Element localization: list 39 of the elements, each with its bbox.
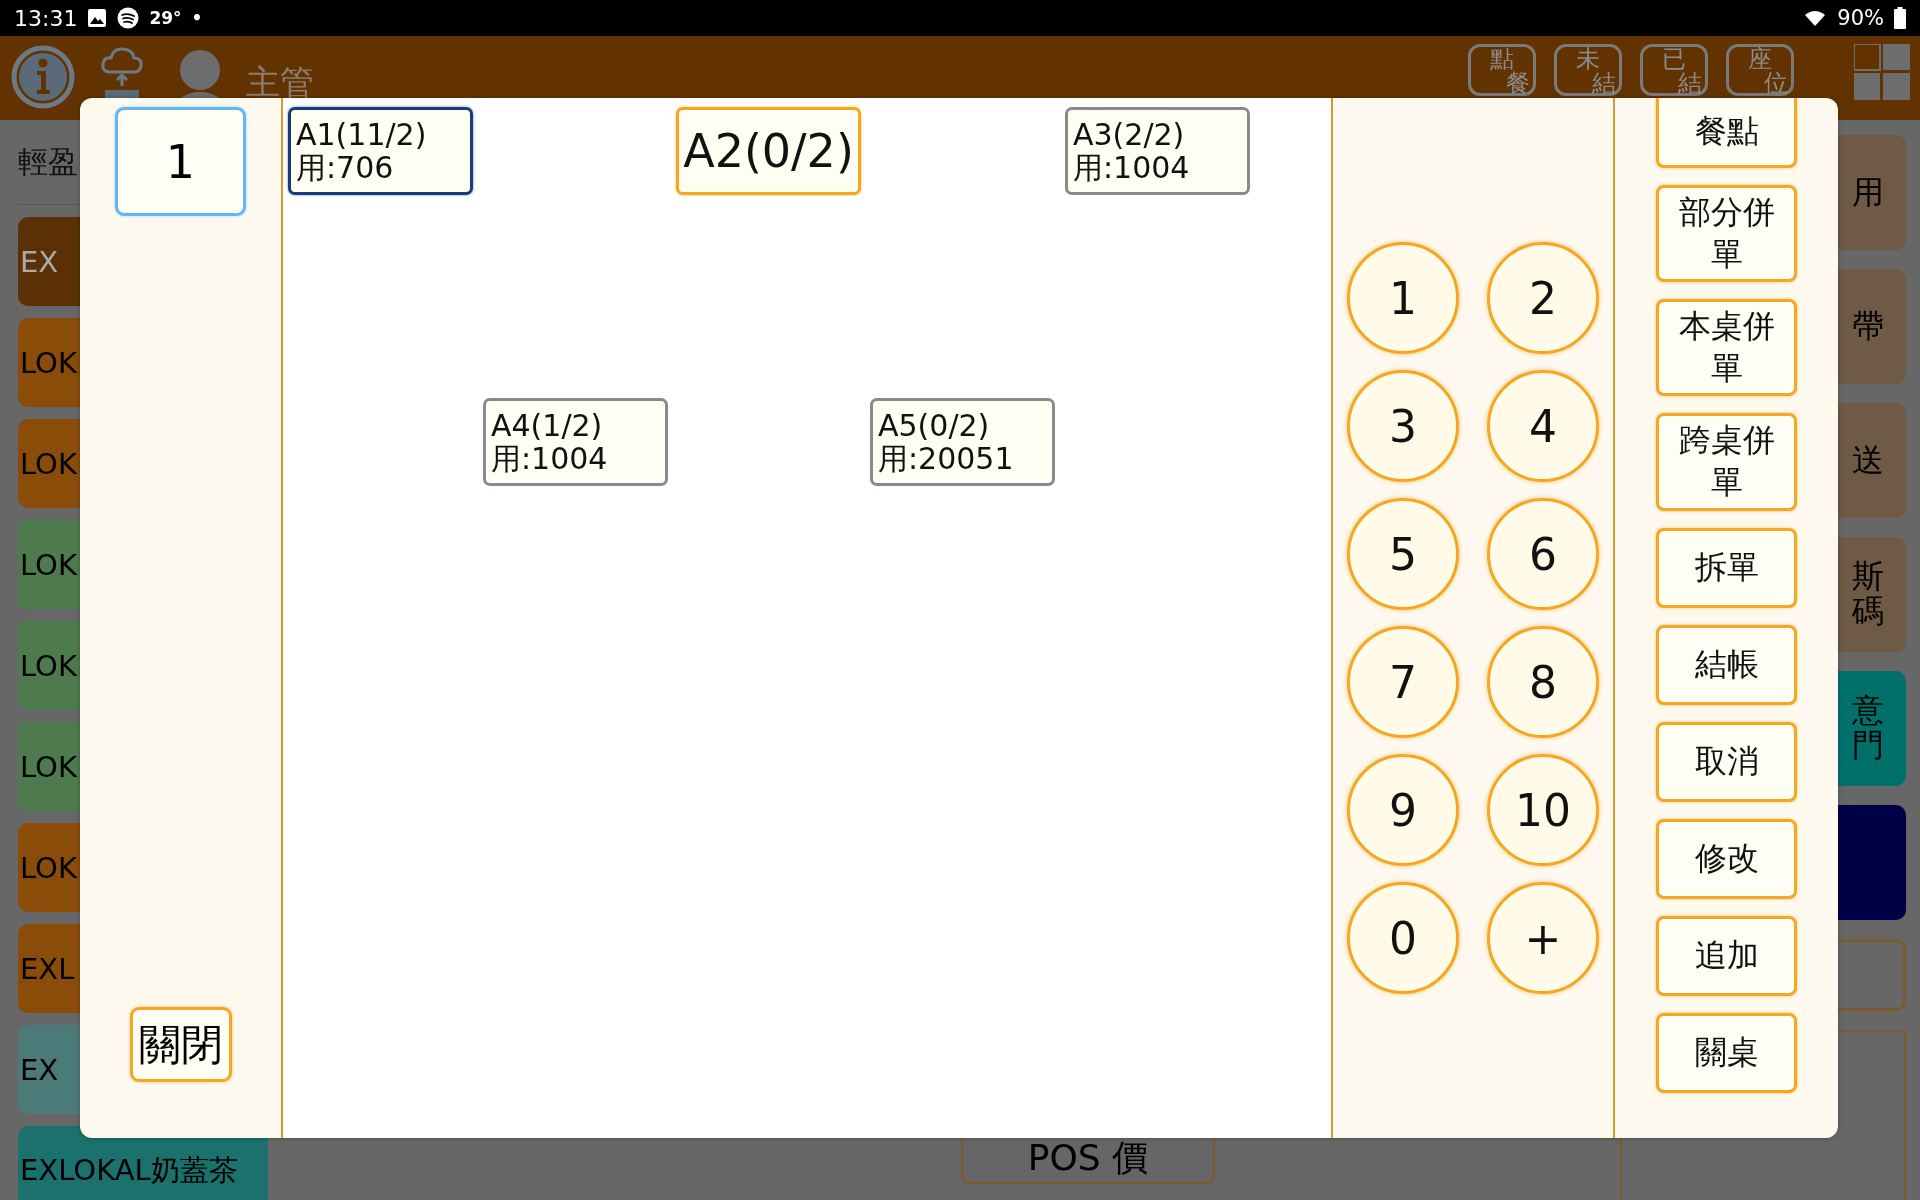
battery-icon bbox=[1894, 7, 1906, 29]
keypad-button[interactable]: 8 bbox=[1487, 626, 1599, 738]
action-button[interactable]: 結帳 bbox=[1656, 624, 1797, 705]
table-button[interactable]: A5(0/2) 用:20051 bbox=[870, 398, 1055, 486]
temperature-text: 29° bbox=[149, 8, 182, 28]
action-button[interactable]: 餐點 bbox=[1656, 98, 1797, 168]
keypad-button[interactable]: 9 bbox=[1347, 754, 1459, 866]
action-button[interactable]: 修改 bbox=[1656, 818, 1797, 899]
keypad-button[interactable]: 10 bbox=[1487, 754, 1599, 866]
image-icon bbox=[87, 8, 108, 28]
wifi-icon bbox=[1803, 8, 1828, 28]
keypad-button[interactable]: 3 bbox=[1347, 370, 1459, 482]
action-button[interactable]: 追加 bbox=[1656, 915, 1797, 996]
clock-time: 13:31 bbox=[14, 5, 78, 31]
keypad-button[interactable]: 2 bbox=[1487, 242, 1599, 354]
action-button[interactable]: 跨桌併單 bbox=[1656, 413, 1797, 511]
table-number-field[interactable]: 1 bbox=[115, 107, 246, 216]
keypad-button[interactable]: 5 bbox=[1347, 498, 1459, 610]
keypad-button[interactable]: + bbox=[1487, 882, 1599, 994]
keypad-button[interactable]: 7 bbox=[1347, 626, 1459, 738]
notification-dot: • bbox=[191, 8, 203, 28]
keypad-button[interactable]: 6 bbox=[1487, 498, 1599, 610]
table-button[interactable]: A4(1/2) 用:1004 bbox=[483, 398, 668, 486]
keypad-button[interactable]: 1 bbox=[1347, 242, 1459, 354]
battery-percent: 90% bbox=[1837, 6, 1884, 30]
table-button[interactable]: A1(11/2) 用:706 bbox=[288, 107, 473, 195]
keypad-button[interactable]: 0 bbox=[1347, 882, 1459, 994]
action-button[interactable]: 本桌併單 bbox=[1656, 299, 1797, 397]
close-button[interactable]: 關閉 bbox=[129, 1007, 232, 1082]
action-button[interactable]: 部分併單 bbox=[1656, 185, 1797, 283]
circle-waves-icon bbox=[117, 7, 140, 29]
table-button[interactable]: A3(2/2) 用:1004 bbox=[1065, 107, 1250, 195]
action-button[interactable]: 取消 bbox=[1656, 721, 1797, 802]
keypad-button[interactable]: 4 bbox=[1487, 370, 1599, 482]
table-button[interactable]: A2(0/2) bbox=[676, 107, 861, 195]
action-button[interactable]: 關桌 bbox=[1656, 1012, 1797, 1093]
action-button[interactable]: 拆單 bbox=[1656, 527, 1797, 608]
user-role: 主管 bbox=[246, 61, 314, 104]
category-title: 輕盈 bbox=[18, 120, 78, 205]
